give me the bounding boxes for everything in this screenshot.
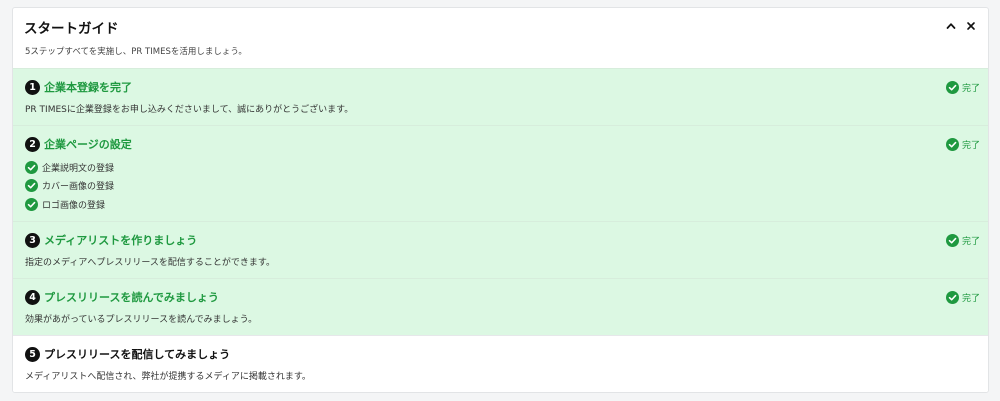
check-circle-icon	[946, 138, 959, 151]
collapse-button[interactable]	[943, 18, 959, 34]
step-number-badge: 3	[25, 233, 40, 248]
step-title: プレスリリースを配信してみましょう	[44, 348, 231, 361]
status-label: 完了	[962, 237, 981, 247]
subitem-label: 企業説明文の登録	[42, 163, 115, 174]
step-title-link[interactable]: 企業本登録を完了	[44, 79, 132, 95]
step-title-link[interactable]: メディアリストを作りましょう	[44, 232, 197, 248]
subitem-label: カバー画像の登録	[42, 182, 115, 193]
check-circle-icon	[946, 291, 959, 304]
step-status-complete: 完了	[946, 234, 980, 247]
step-status-complete: 完了	[946, 291, 980, 304]
close-icon	[967, 22, 975, 30]
step-title-link[interactable]: プレスリリースを読んでみましょう	[44, 289, 219, 305]
chevron-up-icon	[946, 23, 956, 29]
check-circle-icon	[946, 81, 959, 94]
step-description: 効果があがっているプレスリリースを読んでみましょう。	[25, 315, 258, 325]
step-subitems-list: 企業説明文の登録 カバー画像の登録 ロゴ画像の登録	[25, 158, 114, 214]
step-number-badge: 4	[25, 290, 40, 305]
step-number-badge: 1	[25, 80, 40, 95]
check-circle-icon	[25, 197, 38, 211]
step-number-badge: 2	[25, 137, 40, 152]
step-description: PR TIMESに企業登録をお申し込みくださいまして、誠にありがとうございます。	[25, 105, 354, 115]
step-description: 指定のメディアへプレスリリースを配信することができます。	[25, 258, 276, 268]
status-label: 完了	[962, 294, 981, 304]
step-status-complete: 完了	[946, 81, 980, 94]
start-guide-panel: スタートガイド 5ステップすべてを実施し、PR TIMESを活用しましょう。 1…	[12, 7, 989, 393]
step-title-link[interactable]: 企業ページの設定	[44, 136, 132, 152]
step-5: 5 プレスリリースを配信してみましょう メディアリストへ配信され、弊社が提携する…	[13, 335, 988, 392]
guide-title: スタートガイド	[24, 21, 119, 37]
step-1: 1 企業本登録を完了 完了 PR TIMESに企業登録をお申し込みくださいまして…	[13, 68, 988, 125]
subitem-label: ロゴ画像の登録	[42, 200, 106, 211]
step-description: メディアリストへ配信され、弊社が提携するメディアに掲載されます。	[25, 372, 311, 382]
step-number-badge: 5	[25, 347, 40, 362]
step-2: 2 企業ページの設定 完了 企業説明文の登録 カバー画像の登録 ロゴ画像の登録	[13, 125, 988, 221]
step-4: 4 プレスリリースを読んでみましょう 完了 効果があがっているプレスリリースを読…	[13, 278, 988, 335]
status-label: 完了	[962, 84, 981, 94]
check-circle-icon	[25, 160, 38, 174]
subitem-company-description: 企業説明文の登録	[25, 158, 114, 177]
close-button[interactable]	[963, 18, 979, 34]
step-status-complete: 完了	[946, 138, 980, 151]
check-circle-icon	[25, 179, 38, 193]
check-circle-icon	[946, 234, 959, 247]
subitem-logo-image: ロゴ画像の登録	[25, 195, 114, 214]
status-label: 完了	[962, 141, 981, 151]
step-3: 3 メディアリストを作りましょう 完了 指定のメディアへプレスリリースを配信する…	[13, 221, 988, 278]
subitem-cover-image: カバー画像の登録	[25, 177, 114, 196]
guide-subtitle: 5ステップすべてを実施し、PR TIMESを活用しましょう。	[25, 47, 247, 57]
start-guide-header: スタートガイド 5ステップすべてを実施し、PR TIMESを活用しましょう。	[13, 8, 988, 68]
